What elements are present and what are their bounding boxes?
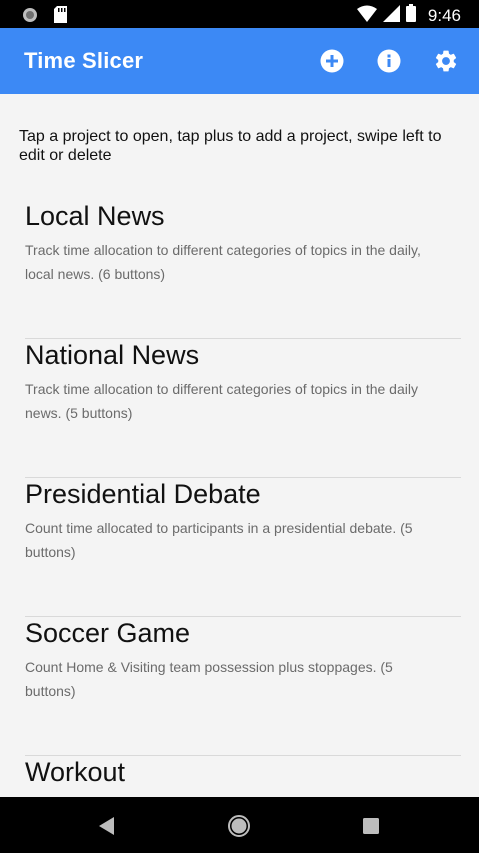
sd-card-icon — [54, 6, 67, 28]
battery-icon — [405, 4, 416, 27]
instructions-text: Tap a project to open, tap plus to add a… — [19, 128, 442, 164]
status-time: 9:46 — [427, 5, 461, 25]
info-button[interactable] — [376, 48, 402, 74]
settings-gear-icon — [435, 50, 457, 72]
status-bar-left — [22, 6, 67, 28]
project-item-local-news[interactable]: Local News Track time allocation to diff… — [25, 200, 461, 339]
project-list: Local News Track time allocation to diff… — [25, 200, 461, 797]
project-description: Count time allocated to participants in … — [25, 520, 413, 560]
status-bar-right: 9:46 — [356, 4, 461, 27]
project-name: Workout — [25, 757, 126, 787]
project-item-presidential-debate[interactable]: Presidential Debate Count time allocated… — [25, 478, 461, 617]
project-name: Presidential Debate — [25, 479, 261, 509]
app-title: Time Slicer — [24, 48, 144, 73]
app-bar: Time Slicer — [0, 28, 479, 94]
project-description: Track time allocation to different categ… — [25, 381, 418, 421]
home-button[interactable] — [226, 813, 252, 839]
project-description: Track time allocation to different categ… — [25, 242, 421, 282]
back-button[interactable] — [94, 813, 120, 839]
app-bar-actions — [319, 48, 459, 74]
project-description: Count Home & Visiting team possession pl… — [25, 659, 393, 699]
add-project-button[interactable] — [319, 48, 345, 74]
wifi-icon — [356, 5, 377, 27]
back-triangle-icon — [99, 817, 114, 835]
project-list-screen[interactable]: Tap a project to open, tap plus to add a… — [0, 94, 479, 797]
home-circle-icon — [228, 815, 250, 837]
settings-button[interactable] — [433, 48, 459, 74]
recents-button[interactable] — [358, 813, 384, 839]
status-bar: 9:46 — [0, 0, 479, 28]
info-icon — [377, 49, 401, 73]
recents-square-icon — [363, 818, 379, 834]
add-circle-icon — [320, 49, 344, 73]
system-nav-bar — [0, 797, 479, 853]
project-name: Local News — [25, 201, 165, 231]
project-item-workout[interactable]: Workout — [25, 756, 461, 797]
cell-signal-icon — [382, 4, 400, 27]
project-name: Soccer Game — [25, 618, 191, 648]
circle-notification-icon — [22, 7, 38, 28]
project-item-national-news[interactable]: National News Track time allocation to d… — [25, 339, 461, 478]
project-item-soccer-game[interactable]: Soccer Game Count Home & Visiting team p… — [25, 617, 461, 756]
project-name: National News — [25, 340, 200, 370]
